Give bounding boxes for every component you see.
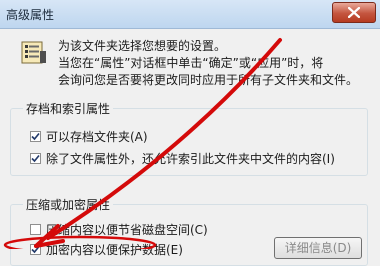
compress-checkbox-row[interactable]: 压缩内容以便节省磁盘空间(C) [30, 221, 208, 238]
dialog-body: 为该文件夹选择您想要的设置。 当您在“属性”对话框中单击“确定”或“应用”时，将… [0, 29, 380, 266]
intro-line-2: 当您在“属性”对话框中单击“确定”或“应用”时，将 [58, 56, 324, 70]
index-checkbox-row[interactable]: 除了文件属性外，还允许索引此文件夹中文件的内容(I) [30, 150, 335, 167]
compress-group-label: 压缩或加密属性 [23, 196, 114, 213]
checkmark-icon [31, 245, 40, 254]
archive-group-label: 存档和索引属性 [23, 100, 114, 117]
encrypt-checkbox-row[interactable]: 加密内容以便保护数据(E) [30, 241, 183, 258]
encrypt-checkbox[interactable] [30, 244, 41, 255]
title-bar: 高级属性 [0, 0, 380, 29]
intro-line-3: 会询问您是否要将更改同时应用于所有子文件夹和文件。 [58, 73, 359, 87]
archive-label: 可以存档文件夹(A) [46, 130, 148, 144]
archive-checkbox[interactable] [30, 131, 41, 142]
encrypt-label: 加密内容以便保护数据(E) [46, 243, 183, 257]
index-checkbox[interactable] [30, 153, 41, 164]
archive-checkbox-row[interactable]: 可以存档文件夹(A) [30, 128, 148, 145]
intro-text: 为该文件夹选择您想要的设置。 当您在“属性”对话框中单击“确定”或“应用”时，将… [58, 38, 358, 89]
checkmark-icon [31, 132, 40, 141]
folder-settings-icon [21, 41, 46, 64]
checkmark-icon [31, 154, 40, 163]
compress-checkbox[interactable] [30, 224, 41, 235]
close-button[interactable] [332, 2, 376, 23]
index-label: 除了文件属性外，还允许索引此文件夹中文件的内容(I) [46, 152, 335, 166]
window-title: 高级属性 [6, 8, 55, 22]
close-icon [348, 7, 360, 18]
details-button[interactable]: 详细信息(D) [274, 237, 362, 259]
compress-label: 压缩内容以便节省磁盘空间(C) [46, 223, 208, 237]
intro-line-1: 为该文件夹选择您想要的设置。 [58, 39, 227, 53]
